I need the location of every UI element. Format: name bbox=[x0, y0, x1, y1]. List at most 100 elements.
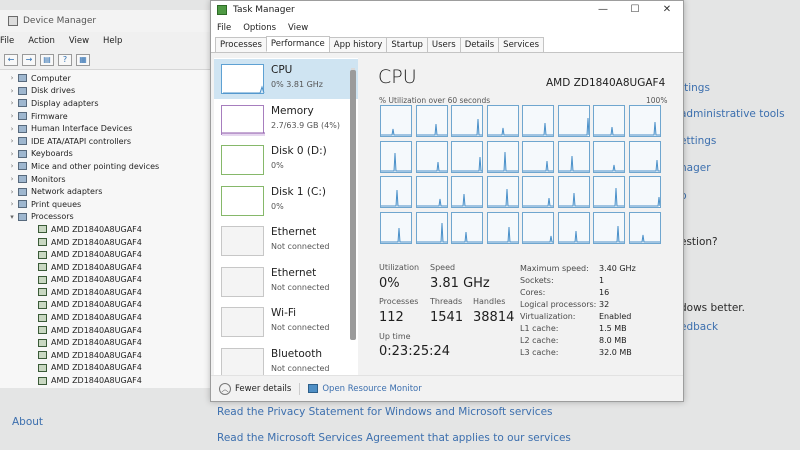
processor-item[interactable]: AMD ZD1840A8UGAF4 bbox=[0, 374, 221, 387]
back-arrow-icon[interactable]: ← bbox=[4, 53, 18, 66]
tab-services[interactable]: Services bbox=[498, 37, 545, 52]
resource-item-cpu[interactable]: CPU 0% 3.81 GHz bbox=[214, 59, 358, 99]
chevron-right-icon[interactable]: › bbox=[6, 87, 18, 95]
services-agreement-link[interactable]: Read the Microsoft Services Agreement th… bbox=[217, 432, 571, 444]
processor-item[interactable]: AMD ZD1840A8UGAF4 bbox=[0, 261, 221, 274]
processor-item[interactable]: AMD ZD1840A8UGAF4 bbox=[0, 324, 221, 337]
maximize-icon[interactable]: ☐ bbox=[619, 1, 651, 19]
device-category[interactable]: › Monitors bbox=[0, 173, 221, 186]
settings-link-4[interactable]: nager bbox=[680, 162, 711, 174]
device-category[interactable]: › Display adapters bbox=[0, 97, 221, 110]
settings-better-text: dows better. bbox=[680, 302, 745, 314]
privacy-statement-link[interactable]: Read the Privacy Statement for Windows a… bbox=[217, 406, 553, 418]
processor-item[interactable]: AMD ZD1840A8UGAF4 bbox=[0, 236, 221, 249]
device-category-label: Disk drives bbox=[31, 86, 76, 96]
settings-feedback-link[interactable]: edback bbox=[680, 321, 718, 333]
chevron-right-icon[interactable]: › bbox=[6, 74, 18, 82]
processor-item[interactable]: AMD ZD1840A8UGAF4 bbox=[0, 362, 221, 375]
resource-item-net[interactable]: Ethernet Not connected bbox=[214, 221, 358, 261]
chevron-down-icon[interactable]: ▾ bbox=[6, 213, 18, 221]
device-category[interactable]: › Human Interface Devices bbox=[0, 122, 221, 135]
logical-processor-graph bbox=[557, 211, 590, 244]
tm-menu-options[interactable]: Options bbox=[243, 23, 276, 33]
processes-label: Processes bbox=[379, 297, 419, 306]
chevron-right-icon[interactable]: › bbox=[6, 112, 18, 120]
dm-menu-action[interactable]: Action bbox=[28, 36, 55, 46]
resource-summary: Not connected bbox=[271, 242, 330, 251]
logical-processor-graph bbox=[628, 176, 661, 208]
processor-item[interactable]: AMD ZD1840A8UGAF4 bbox=[0, 299, 221, 312]
scan-icon[interactable]: ▦ bbox=[76, 53, 90, 66]
about-link[interactable]: About bbox=[12, 416, 43, 428]
device-category[interactable]: › IDE ATA/ATAPI controllers bbox=[0, 135, 221, 148]
processor-icon bbox=[38, 313, 47, 322]
processor-item[interactable]: AMD ZD1840A8UGAF4 bbox=[0, 274, 221, 287]
logical-processor-graph bbox=[557, 140, 590, 173]
device-category-label: Print queues bbox=[31, 199, 82, 209]
device-category[interactable]: ▾ Processors bbox=[0, 211, 221, 224]
device-category[interactable]: › Computer bbox=[0, 72, 221, 85]
device-category[interactable]: › Print queues bbox=[0, 198, 221, 211]
processor-item[interactable]: AMD ZD1840A8UGAF4 bbox=[0, 311, 221, 324]
resource-name: Wi-Fi bbox=[271, 307, 297, 319]
resource-item-net[interactable]: Wi-Fi Not connected bbox=[214, 302, 358, 342]
tm-menu-view[interactable]: View bbox=[288, 23, 308, 33]
open-resource-monitor-link[interactable]: Open Resource Monitor bbox=[322, 384, 421, 394]
settings-link-admin-tools[interactable]: administrative tools bbox=[680, 108, 785, 120]
chevron-right-icon[interactable]: › bbox=[6, 99, 18, 107]
device-category[interactable]: › Network adapters bbox=[0, 185, 221, 198]
resource-thumbnail-graph bbox=[221, 266, 264, 297]
processor-item[interactable]: AMD ZD1840A8UGAF4 bbox=[0, 248, 221, 261]
minimize-icon[interactable]: — bbox=[587, 1, 619, 19]
resource-item-mem[interactable]: Memory 2.7/63.9 GB (4%) bbox=[214, 100, 358, 140]
processor-label: AMD ZD1840A8UGAF4 bbox=[51, 237, 142, 247]
tab-performance[interactable]: Performance bbox=[265, 36, 330, 52]
settings-link-3[interactable]: ettings bbox=[680, 135, 716, 147]
resource-name: Bluetooth bbox=[271, 347, 322, 360]
help-icon[interactable]: ? bbox=[58, 53, 72, 66]
settings-link-1[interactable]: ttings bbox=[680, 82, 710, 94]
processor-item[interactable]: AMD ZD1840A8UGAF4 bbox=[0, 387, 221, 388]
chevron-right-icon[interactable]: › bbox=[6, 175, 18, 183]
chevron-right-icon[interactable]: › bbox=[6, 200, 18, 208]
chevron-right-icon[interactable]: › bbox=[6, 150, 18, 158]
processor-item[interactable]: AMD ZD1840A8UGAF4 bbox=[0, 223, 221, 236]
scrollbar-thumb[interactable] bbox=[350, 70, 356, 340]
chevron-right-icon[interactable]: › bbox=[6, 188, 18, 196]
tab-details[interactable]: Details bbox=[459, 37, 500, 52]
tab-startup[interactable]: Startup bbox=[386, 37, 428, 52]
forward-arrow-icon[interactable]: → bbox=[22, 53, 36, 66]
resource-item-disk[interactable]: Disk 1 (C:) 0% bbox=[214, 181, 358, 221]
chevron-up-icon[interactable]: ︿ bbox=[219, 382, 231, 395]
device-category[interactable]: › Keyboards bbox=[0, 148, 221, 161]
resource-item-net[interactable]: Bluetooth Not connected bbox=[214, 343, 358, 376]
chevron-right-icon[interactable]: › bbox=[6, 137, 18, 145]
device-category[interactable]: › Disk drives bbox=[0, 85, 221, 98]
tab-users[interactable]: Users bbox=[426, 37, 461, 52]
logical-processor-graph bbox=[380, 176, 412, 208]
properties-icon[interactable]: ▤ bbox=[40, 53, 54, 66]
processor-icon bbox=[38, 326, 47, 335]
resource-item-disk[interactable]: Disk 0 (D:) 0% bbox=[214, 140, 358, 180]
resource-list-scrollbar[interactable] bbox=[349, 60, 357, 350]
processor-item[interactable]: AMD ZD1840A8UGAF4 bbox=[0, 349, 221, 362]
tab-processes[interactable]: Processes bbox=[215, 37, 267, 52]
tm-menu-file[interactable]: File bbox=[217, 23, 231, 33]
dm-menu-view[interactable]: View bbox=[69, 36, 89, 46]
close-icon[interactable]: ✕ bbox=[651, 1, 683, 19]
resource-item-net[interactable]: Ethernet Not connected bbox=[214, 262, 358, 302]
task-manager-footer: ︿ Fewer details Open Resource Monitor bbox=[211, 375, 683, 401]
utilization-max: 100% bbox=[646, 96, 668, 105]
tab-app-history[interactable]: App history bbox=[328, 37, 388, 52]
processor-item[interactable]: AMD ZD1840A8UGAF4 bbox=[0, 286, 221, 299]
device-category[interactable]: › Mice and other pointing devices bbox=[0, 160, 221, 173]
threads-label: Threads bbox=[430, 297, 463, 306]
processor-item[interactable]: AMD ZD1840A8UGAF4 bbox=[0, 336, 221, 349]
chevron-right-icon[interactable]: › bbox=[6, 162, 18, 170]
device-category-icon bbox=[18, 149, 27, 158]
dm-menu-help[interactable]: Help bbox=[103, 36, 122, 46]
chevron-right-icon[interactable]: › bbox=[6, 125, 18, 133]
dm-menu-file[interactable]: File bbox=[0, 36, 14, 46]
fewer-details-button[interactable]: Fewer details bbox=[235, 384, 291, 394]
device-category[interactable]: › Firmware bbox=[0, 110, 221, 123]
